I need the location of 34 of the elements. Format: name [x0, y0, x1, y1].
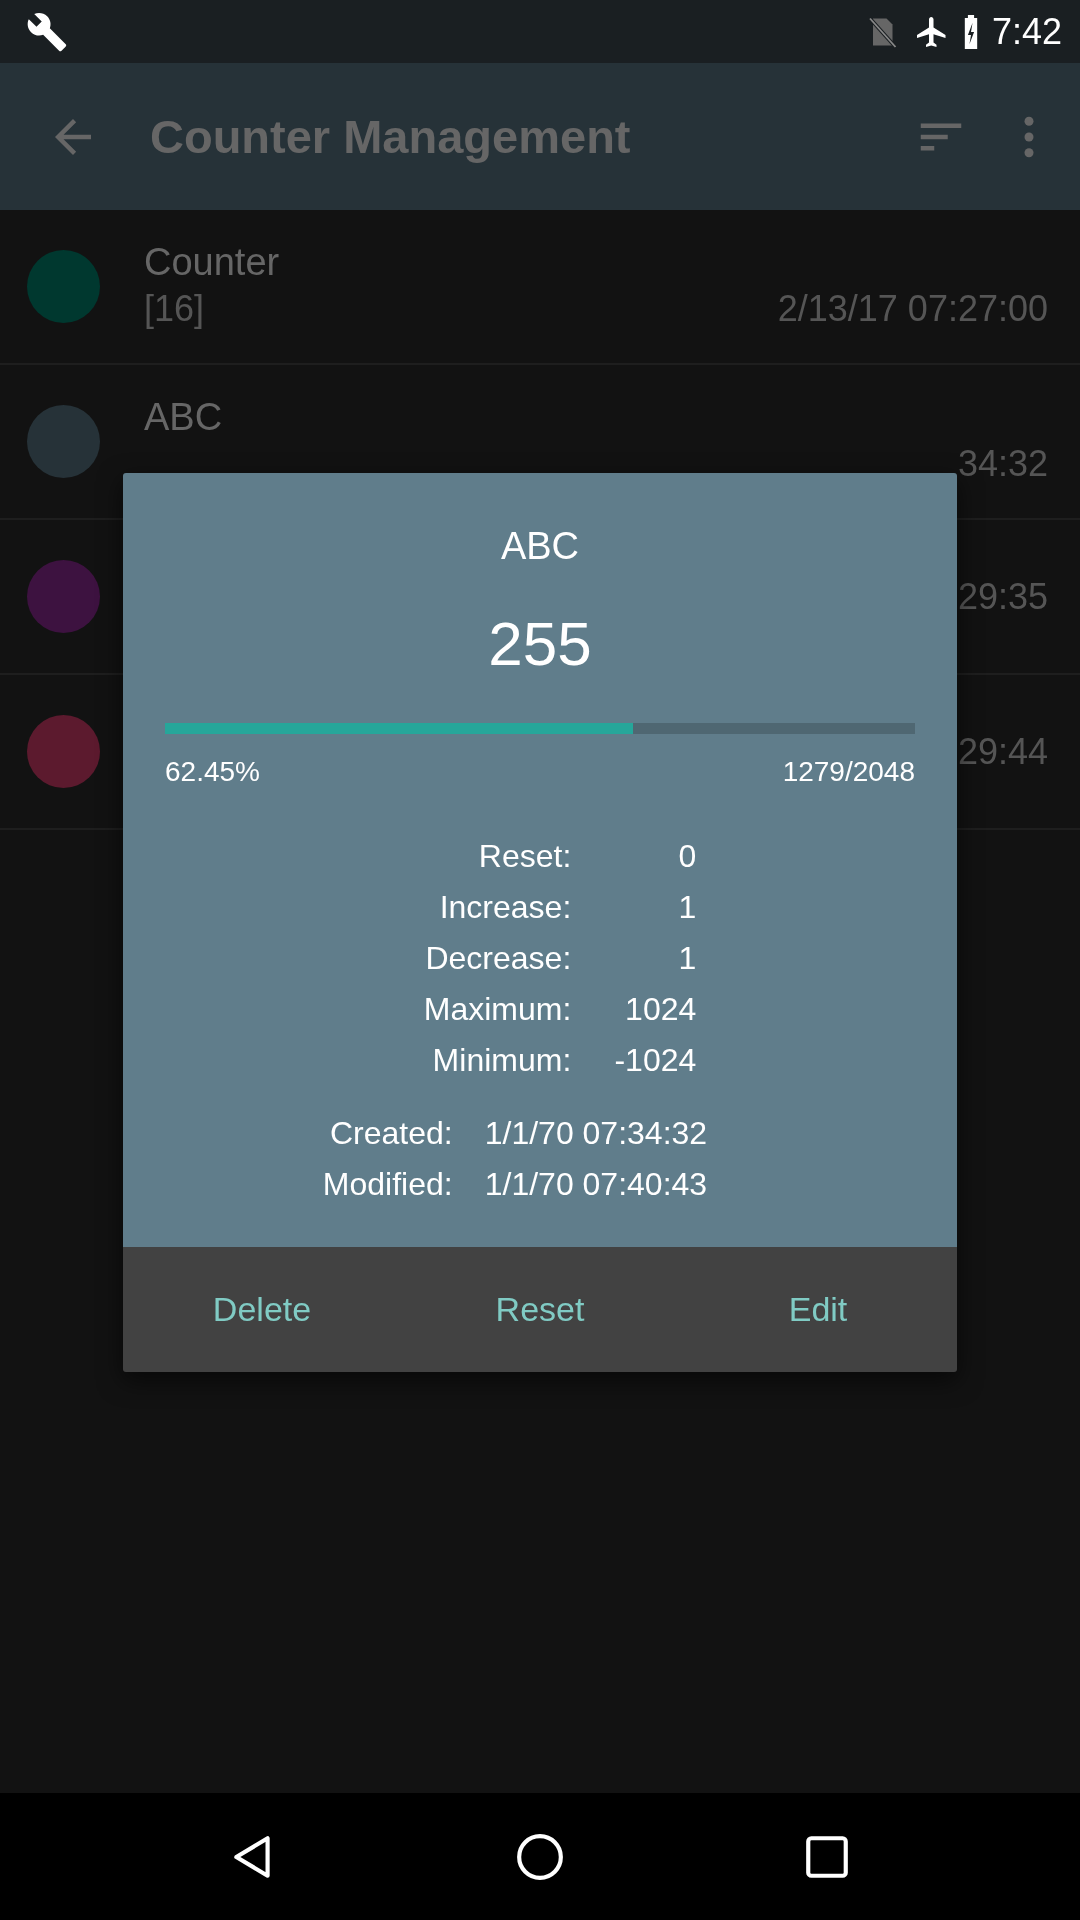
stat-label: Minimum: [431, 1042, 572, 1079]
stat-value: 1 [677, 940, 697, 977]
counter-date: 2/13/17 07:27:00 [777, 288, 1048, 330]
progress-fraction: 1279/2048 [782, 756, 915, 788]
counter-value-large: 255 [488, 608, 592, 679]
stat-value: 0 [677, 838, 697, 875]
dialog-button[interactable]: Edit [679, 1280, 957, 1339]
screen-title: Counter Management [150, 109, 632, 164]
date-value: 1/1/70 07:34:32 [484, 1115, 708, 1152]
counter-row[interactable]: Counter [16] 2/13/17 07:27:00 [0, 210, 1080, 365]
date-label: Created: [328, 1115, 453, 1152]
stat-label: Decrease: [424, 940, 572, 977]
counter-name: ABC [144, 396, 223, 439]
counter-date: 29:44 [957, 730, 1048, 773]
counter-date: 29:35 [957, 575, 1048, 618]
stat-label: Maximum: [423, 991, 572, 1028]
date-value: 1/1/70 07:40:43 [484, 1166, 708, 1203]
stat-value: 1024 [624, 991, 697, 1028]
progress-percent: 62.45% [165, 756, 260, 788]
wrench-icon [26, 10, 68, 53]
home-circle-icon[interactable] [515, 1831, 565, 1882]
dialog-button[interactable]: Delete [123, 1280, 401, 1339]
dialog-title: ABC [500, 525, 580, 568]
counter-value: [16] [144, 288, 205, 330]
counter-name: Counter [144, 241, 280, 284]
stat-value: 1 [677, 889, 697, 926]
stat-label: Increase: [438, 889, 572, 926]
stat-value: -1024 [613, 1042, 697, 1079]
battery-charging-icon [963, 14, 978, 49]
dialog-button[interactable]: Reset [401, 1280, 679, 1339]
counter-date: 34:32 [957, 443, 1048, 485]
stat-label: Reset: [477, 838, 572, 875]
clock-time: 7:42 [991, 10, 1062, 53]
date-label: Modified: [322, 1166, 453, 1203]
